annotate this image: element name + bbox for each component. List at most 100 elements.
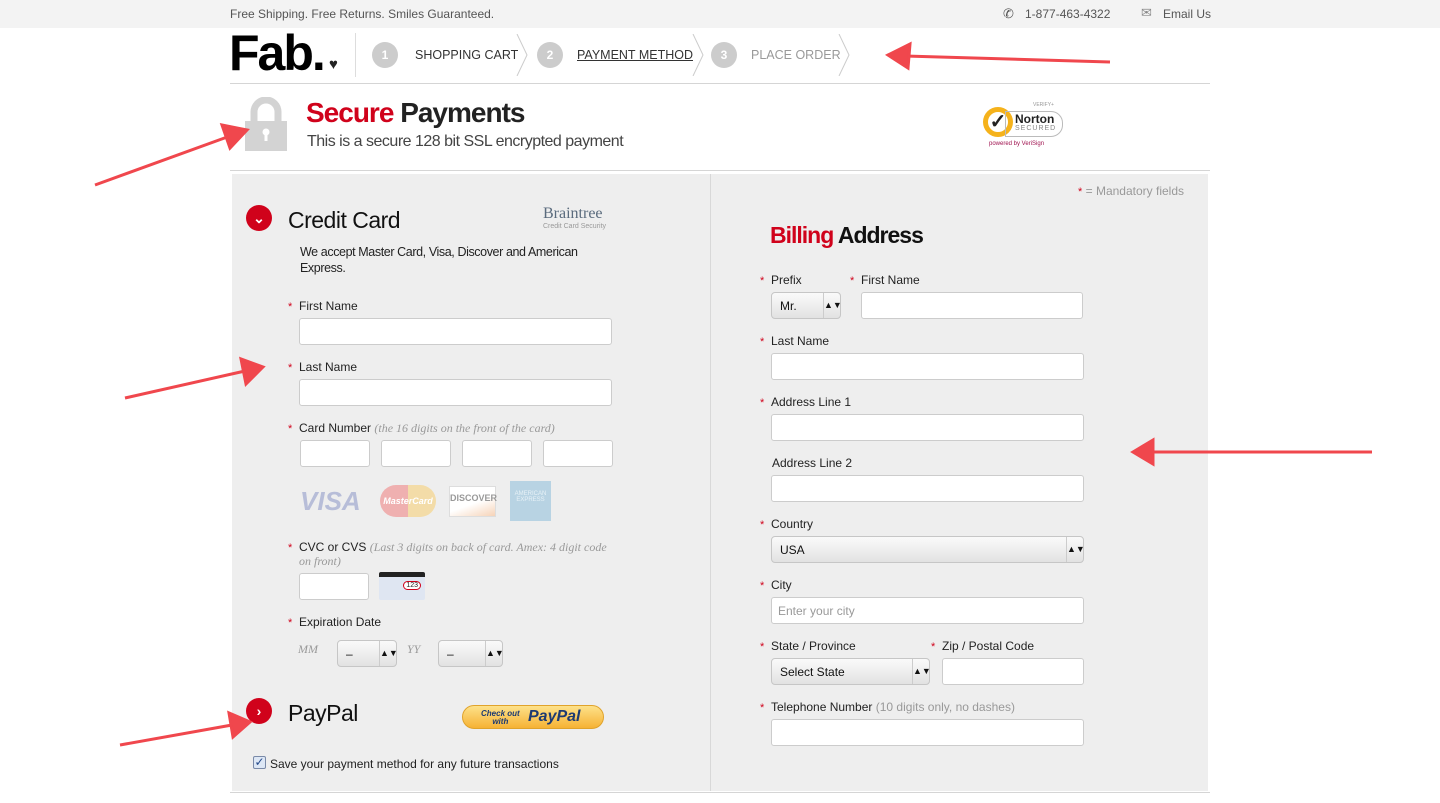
mm-label: MM <box>298 642 318 656</box>
amex-logo: AMERICAN EXPRESS <box>510 481 551 521</box>
card-number-label-text: Card Number <box>299 421 372 435</box>
credit-card-title: Credit Card <box>288 207 401 233</box>
step-shopping-cart[interactable]: SHOPPING CART <box>415 48 518 62</box>
divider <box>230 83 1210 84</box>
arrow-icon <box>904 54 1111 64</box>
address2-input[interactable] <box>771 475 1084 502</box>
state-select[interactable]: Select State ▲▼ <box>771 658 931 685</box>
mastercard-logo: MasterCard <box>380 485 436 517</box>
paypal-title: PayPal <box>288 700 358 726</box>
email-us-link[interactable]: Email Us <box>1163 7 1211 21</box>
divider <box>355 33 356 77</box>
card-number-input-2[interactable] <box>381 440 451 467</box>
step-payment-method[interactable]: PAYMENT METHOD <box>577 48 693 62</box>
country-value: USA <box>780 543 805 557</box>
cc-last-name-label: Last Name <box>299 360 358 374</box>
billing-first-name-label: First Name <box>861 273 920 287</box>
secure-subtitle: This is a secure 128 bit SSL encrypted p… <box>307 133 624 150</box>
save-payment-label[interactable]: Save your payment method for any future … <box>270 757 559 771</box>
card-number-hint: (the 16 digits on the front of the card) <box>374 421 555 435</box>
billing-first-name-input[interactable] <box>861 292 1083 319</box>
divider <box>230 792 1210 793</box>
required-marker: * <box>288 542 293 554</box>
paypal-btn-brand: PayPal <box>528 708 581 725</box>
billing-last-name-label: Last Name <box>771 334 830 348</box>
required-marker: * <box>760 397 765 409</box>
step-separator-icon <box>692 34 704 76</box>
arrow-head-icon <box>884 41 912 71</box>
select-arrows-icon: ▲▼ <box>912 659 931 684</box>
column-divider <box>710 174 711 791</box>
tagline: Free Shipping. Free Returns. Smiles Guar… <box>230 7 495 21</box>
cc-last-name-input[interactable] <box>299 379 612 406</box>
exp-year-select[interactable]: – ▲▼ <box>438 640 504 667</box>
country-label: Country <box>771 517 814 531</box>
select-arrows-icon: ▲▼ <box>485 641 504 666</box>
cc-first-name-input[interactable] <box>299 318 612 345</box>
cvc-label: CVC or CVS (Last 3 digits on back of car… <box>299 540 619 568</box>
paypal-btn-bottom: with <box>492 717 509 726</box>
arrow-icon <box>124 369 246 400</box>
required-marker: * <box>760 702 765 714</box>
logo-text: Fab. <box>229 25 326 81</box>
card-number-input-3[interactable] <box>462 440 532 467</box>
cvc-input[interactable] <box>299 573 369 600</box>
braintree-logo: Braintree <box>543 205 603 222</box>
visa-logo: VISA <box>300 486 361 516</box>
required-marker: * <box>850 275 855 287</box>
norton-secured: SECURED <box>1015 125 1057 132</box>
step-separator-icon <box>516 34 528 76</box>
save-payment-checkbox[interactable]: ✓ <box>253 756 266 769</box>
phone-hint: (10 digits only, no dashes) <box>875 700 1015 714</box>
required-marker: * <box>760 275 765 287</box>
accepted-cards-text: We accept Master Card, Visa, Discover an… <box>300 245 578 275</box>
title-red: Billing <box>770 222 834 248</box>
prefix-value: Mr. <box>780 299 797 313</box>
prefix-select[interactable]: Mr. ▲▼ <box>771 292 842 319</box>
cc-first-name-label: First Name <box>299 299 358 313</box>
state-label: State / Province <box>771 639 856 653</box>
step-2-number: 2 <box>537 42 563 68</box>
select-arrows-icon: ▲▼ <box>1066 537 1085 562</box>
phone-icon: ✆ <box>1003 6 1014 21</box>
arrow-icon <box>94 134 231 187</box>
secure-payments-title: Secure Payments <box>306 97 525 129</box>
exp-month-select[interactable]: – ▲▼ <box>337 640 398 667</box>
required-marker: * <box>288 301 293 313</box>
divider <box>230 170 1210 171</box>
city-placeholder: Enter your city <box>778 604 855 618</box>
phone-label-text: Telephone Number <box>771 700 873 714</box>
cvc-label-text: CVC or CVS <box>299 540 367 554</box>
norton-powered: powered by VeriSign <box>989 141 1045 147</box>
address1-label: Address Line 1 <box>771 395 852 409</box>
cvc-sample: 123 <box>403 581 421 590</box>
norton-verify: VERIFY+ <box>1033 102 1054 108</box>
expand-chevron-down-icon[interactable]: ⌄ <box>246 205 272 231</box>
envelope-icon: ✉ <box>1141 5 1152 20</box>
paypal-checkout-button[interactable]: Check out with PayPal <box>462 705 604 729</box>
prefix-label: Prefix <box>771 273 802 287</box>
step-3-number: 3 <box>711 42 737 68</box>
norton-secured-badge[interactable]: VERIFY+ ✓ Norton SECURED powered by Veri… <box>983 102 1065 150</box>
phone-input[interactable] <box>771 719 1084 746</box>
billing-last-name-input[interactable] <box>771 353 1084 380</box>
city-input[interactable]: Enter your city <box>771 597 1084 624</box>
card-number-input-1[interactable] <box>300 440 370 467</box>
card-number-input-4[interactable] <box>543 440 613 467</box>
zip-input[interactable] <box>942 658 1084 685</box>
billing-address-title: Billing Address <box>770 222 924 249</box>
discover-logo: DISCOVER <box>449 486 497 517</box>
required-marker: * <box>288 423 293 435</box>
fab-logo[interactable]: Fab. <box>229 24 326 82</box>
address1-input[interactable] <box>771 414 1084 441</box>
select-arrows-icon: ▲▼ <box>379 641 398 666</box>
title-black: Address <box>837 222 924 248</box>
expand-chevron-right-icon[interactable]: › <box>246 698 272 724</box>
country-select[interactable]: USA ▲▼ <box>771 536 1085 563</box>
required-marker: * <box>1078 186 1083 198</box>
required-marker: * <box>288 617 293 629</box>
expiration-label: Expiration Date <box>299 615 382 629</box>
phone-number[interactable]: 1-877-463-4322 <box>1025 7 1110 21</box>
required-marker: * <box>288 362 293 374</box>
title-black: Payments <box>400 97 525 128</box>
